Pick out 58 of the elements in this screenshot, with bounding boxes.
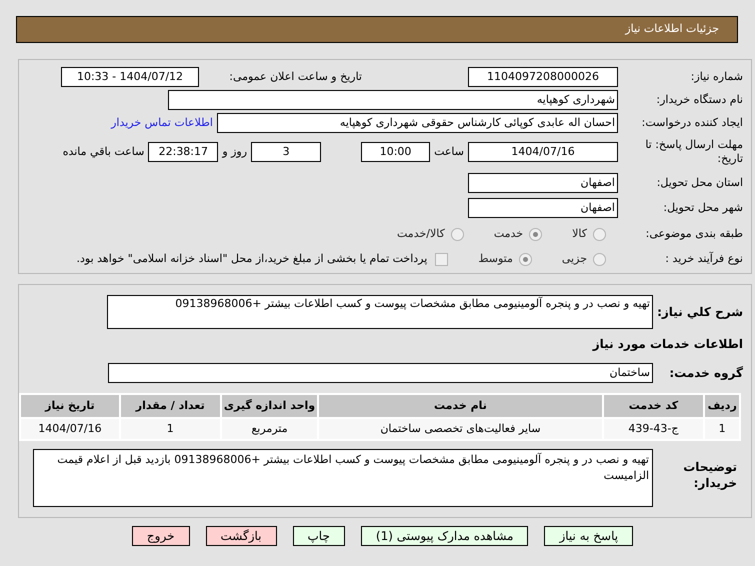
field-label: تاریخ و ساعت اعلان عمومی: (228, 68, 362, 85)
field-label: نوع فرآیند خرید : (664, 250, 743, 267)
field-label: شرح کلي نياز: (656, 304, 743, 321)
column-header: ردیف (704, 394, 740, 418)
time-label: ساعت (434, 144, 464, 160)
text-field[interactable]: 1104097208000026 (468, 67, 618, 87)
action-button[interactable]: مشاهده مدارک پیوستی (1) (360, 526, 528, 546)
field-label: گروه خدمت: (668, 365, 743, 382)
text-field[interactable]: اصفهان (468, 198, 618, 218)
page-title: جزئیات اطلاعات نیاز (625, 21, 719, 38)
text-field[interactable]: 1404/07/12 - 10:33 (61, 67, 199, 87)
buyer-contact-link[interactable]: اطلاعات تماس خریدار (111, 114, 213, 132)
table-cell: 1 (120, 418, 221, 440)
text-field[interactable]: اصفهان (468, 173, 618, 193)
action-button[interactable]: پاسخ به نیاز (544, 526, 634, 546)
action-button[interactable]: چاپ (292, 526, 345, 546)
column-header: تاریخ نیاز (20, 394, 120, 418)
radio-button[interactable] (593, 252, 606, 266)
field-label: طبقه بندی موضوعی: (644, 226, 743, 242)
field-label: نام دستگاه خریدار: (655, 92, 743, 108)
text-field[interactable]: 1404/07/16 (468, 142, 618, 162)
field-label: شهر محل تحویل: (662, 200, 743, 216)
table-cell: سایر فعالیت‌های تخصصی ساختمان (318, 418, 603, 440)
countdown-field[interactable]: 22:38:17 (148, 142, 218, 162)
action-button[interactable]: بازگشت (206, 526, 276, 546)
remaining-label: ساعت باقي مانده (62, 144, 144, 160)
text-field[interactable]: احسان اله عابدی کوپائی کارشناس حقوقی شهرداری کوهپایه (217, 113, 618, 133)
radio-button[interactable] (593, 228, 606, 240)
payment-label: پرداخت تمام یا بخشی از مبلغ خرید،از محل "اسناد خزانه اسلامی" خواهد بود. (76, 250, 428, 267)
field-label: مهلت ارسال پاسخ: تا تاریخ: (644, 138, 743, 166)
field-label: ایجاد کننده درخواست: (640, 114, 743, 131)
text-field[interactable]: شهرداری کوهپایه (168, 90, 618, 110)
radio-button[interactable] (529, 228, 542, 240)
radio-label: کالا (572, 226, 587, 242)
radio-label: کالا/خدمت (397, 226, 445, 242)
section-title: اطلاعات خدمات مورد نیاز (591, 336, 743, 353)
field-label: توضیحات خریدار: (682, 459, 738, 491)
table-cell: ج-43-439 (602, 418, 704, 440)
field-label: شماره نیاز: (690, 68, 743, 85)
radio-label: خدمت (494, 226, 524, 242)
column-header: تعداد / مقدار (120, 394, 221, 418)
days-label: روز و (222, 144, 248, 160)
table-cell: 1404/07/16 (20, 418, 120, 440)
checkbox[interactable] (435, 252, 448, 266)
radio-button[interactable] (450, 228, 464, 240)
service-group-field[interactable]: ساختمان (108, 363, 653, 383)
field-label: استان محل تحویل: (656, 174, 743, 191)
radio-label: متوسط (478, 250, 513, 267)
column-header: نام خدمت (318, 394, 603, 418)
table-cell: مترمربع (220, 418, 318, 440)
description-field[interactable]: تهیه و نصب در و پنجره آلومینیومی مطابق مشخصات پیوست و کسب اطلاعات بیشتر +09138968006 (107, 295, 653, 329)
table-cell: 1 (704, 418, 740, 440)
notes-field[interactable]: تهیه و نصب در و پنجره آلومینیومی مطابق مشخصات پیوست و کسب اطلاعات بیشتر +09138968006 بازدید قبل از اعلام قیمت الزامیست (33, 449, 653, 507)
radio-label: جزیی (562, 250, 587, 267)
text-field[interactable]: 3 (251, 142, 322, 162)
radio-button[interactable] (518, 252, 532, 266)
text-field[interactable]: 10:00 (361, 142, 430, 162)
action-button[interactable]: خروج (132, 526, 190, 546)
